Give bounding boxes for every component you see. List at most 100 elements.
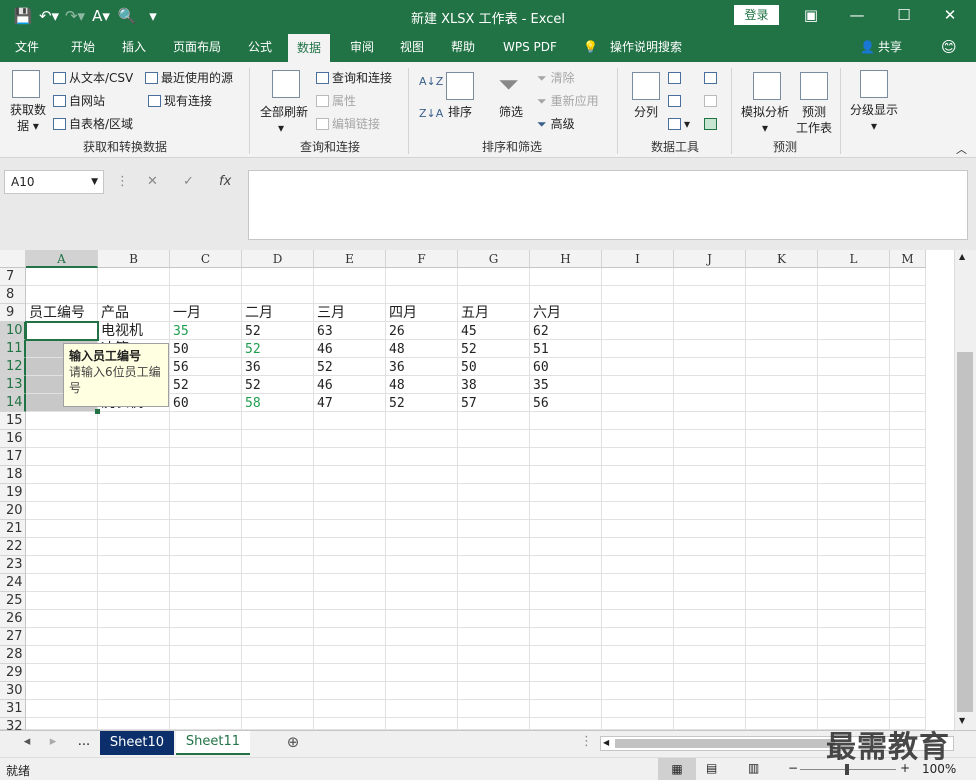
from-web-button[interactable]: 自网站 [53,93,105,109]
remove-duplicates-icon[interactable] [668,93,684,109]
cell-h10[interactable]: 62 [530,322,549,340]
row-header-12[interactable]: 12 [0,358,26,376]
cell-g13[interactable]: 38 [458,376,477,394]
row-header-26[interactable]: 26 [0,610,26,628]
row-header-10[interactable]: 10 [0,322,26,340]
cell-f11[interactable]: 48 [386,340,405,358]
undo-icon[interactable]: ↶▾ [36,6,62,26]
select-all-corner[interactable] [0,250,26,268]
sheet-tab-sheet11[interactable]: Sheet11 [176,731,250,755]
cell-h13[interactable]: 35 [530,376,549,394]
row-header-19[interactable]: 19 [0,484,26,502]
row-header-21[interactable]: 21 [0,520,26,538]
scroll-down-icon[interactable]: ▼ [959,716,965,725]
insert-function-icon[interactable]: fx [219,174,231,189]
row-header-18[interactable]: 18 [0,466,26,484]
cell-b10[interactable]: 电视机 [98,322,143,340]
cell-f13[interactable]: 48 [386,376,405,394]
scroll-left-icon[interactable]: ◀ [603,738,609,747]
from-table-button[interactable]: 自表格/区域 [53,116,133,132]
cell-d12[interactable]: 36 [242,358,261,376]
properties-button[interactable]: 属性 [316,93,356,109]
row-header-25[interactable]: 25 [0,592,26,610]
next-sheet-icon[interactable]: ▸ [46,731,60,755]
sort-az-icon[interactable]: A↓Z [419,74,443,90]
column-header-f[interactable]: F [386,250,458,268]
flash-fill-icon[interactable] [668,70,684,86]
smiley-feedback-icon[interactable]: 😊 [941,38,957,56]
cell-d11[interactable]: 52 [242,340,261,358]
cell-c10[interactable]: 35 [170,322,189,340]
cell-h9[interactable]: 六月 [530,304,561,322]
cell-c11[interactable]: 50 [170,340,189,358]
sort-button[interactable]: 排序 [448,104,472,120]
cell-a9[interactable]: 员工编号 [26,304,85,322]
tab-insert[interactable]: 插入 [122,38,146,56]
queries-connections-button[interactable]: 查询和连接 [316,70,392,86]
add-sheet-icon[interactable]: ⊕ [284,731,302,755]
tab-home[interactable]: 开始 [71,38,95,56]
edit-links-button[interactable]: 编辑链接 [316,116,380,132]
tab-review[interactable]: 审阅 [350,38,374,56]
cell-e13[interactable]: 46 [314,376,333,394]
tab-page-layout[interactable]: 页面布局 [173,38,221,56]
vertical-scroll-thumb[interactable] [957,352,973,712]
cell-f9[interactable]: 四月 [386,304,417,322]
horizontal-scroll-thumb[interactable] [615,739,835,748]
formula-input[interactable] [248,170,968,240]
column-header-d[interactable]: D [242,250,314,268]
column-header-j[interactable]: J [674,250,746,268]
split-handle-icon[interactable]: ⋮ [580,731,593,755]
user-icon[interactable]: 👤 [860,38,875,56]
refresh-all-button[interactable]: 全部刷新 ▾ [260,104,308,136]
minimize-icon[interactable]: — [843,4,871,26]
row-header-8[interactable]: 8 [0,286,26,304]
worksheet-grid[interactable]: A B C D E F G H I J K L M 7 8 9 10 11 12 13 14 15 16 17 18 19 20 21… [0,250,976,734]
row-header-17[interactable]: 17 [0,448,26,466]
lightbulb-icon[interactable]: 💡 [583,38,598,56]
row-header-11[interactable]: 11 [0,340,26,358]
tab-help[interactable]: 帮助 [451,38,475,56]
column-header-a[interactable]: A [26,250,98,268]
close-icon[interactable]: ✕ [936,4,964,26]
cell-d14[interactable]: 58 [242,394,261,412]
column-header-e[interactable]: E [314,250,386,268]
cell-c13[interactable]: 52 [170,376,189,394]
data-model-icon[interactable] [704,116,720,132]
customize-qat-icon[interactable]: ▾ [140,6,166,26]
zoom-out-icon[interactable]: − [788,761,798,775]
tab-file[interactable]: 文件 [15,38,39,56]
print-preview-icon[interactable]: 🔍 [114,6,140,26]
cell-b9[interactable]: 产品 [98,304,129,322]
scroll-up-icon[interactable]: ▲ [959,252,965,261]
row-header-22[interactable]: 22 [0,538,26,556]
reapply-button[interactable]: ⏷ 重新应用 [537,93,599,109]
forecast-sheet-button[interactable]: 预测 工作表 [796,104,832,136]
advanced-filter-button[interactable]: ⏷ 高级 [537,116,575,132]
get-data-button[interactable]: 获取数据 ▾ [8,102,48,134]
tab-formulas[interactable]: 公式 [248,38,272,56]
row-header-31[interactable]: 31 [0,700,26,718]
column-header-b[interactable]: B [98,250,170,268]
row-header-14[interactable]: 14 [0,394,26,412]
cell-c12[interactable]: 56 [170,358,189,376]
redo-icon[interactable]: ↷▾ [62,6,88,26]
cell-e11[interactable]: 46 [314,340,333,358]
login-button[interactable]: 登录 [734,5,779,25]
cell-e14[interactable]: 47 [314,394,333,412]
data-validation-icon[interactable]: ▾ [668,116,690,132]
column-header-g[interactable]: G [458,250,530,268]
tell-me-search[interactable]: 操作说明搜索 [610,38,682,56]
page-layout-view-icon[interactable]: ▤ [706,761,717,775]
share-button[interactable]: 共享 [878,38,902,56]
vertical-scrollbar[interactable]: ▲ ▼ [954,250,976,730]
row-header-27[interactable]: 27 [0,628,26,646]
cell-e9[interactable]: 三月 [314,304,345,322]
tab-wps-pdf[interactable]: WPS PDF [503,38,557,56]
cell-c14[interactable]: 60 [170,394,189,412]
existing-connections-button[interactable]: 现有连接 [148,93,212,109]
column-header-i[interactable]: I [602,250,674,268]
row-header-30[interactable]: 30 [0,682,26,700]
row-header-23[interactable]: 23 [0,556,26,574]
cell-g9[interactable]: 五月 [458,304,489,322]
